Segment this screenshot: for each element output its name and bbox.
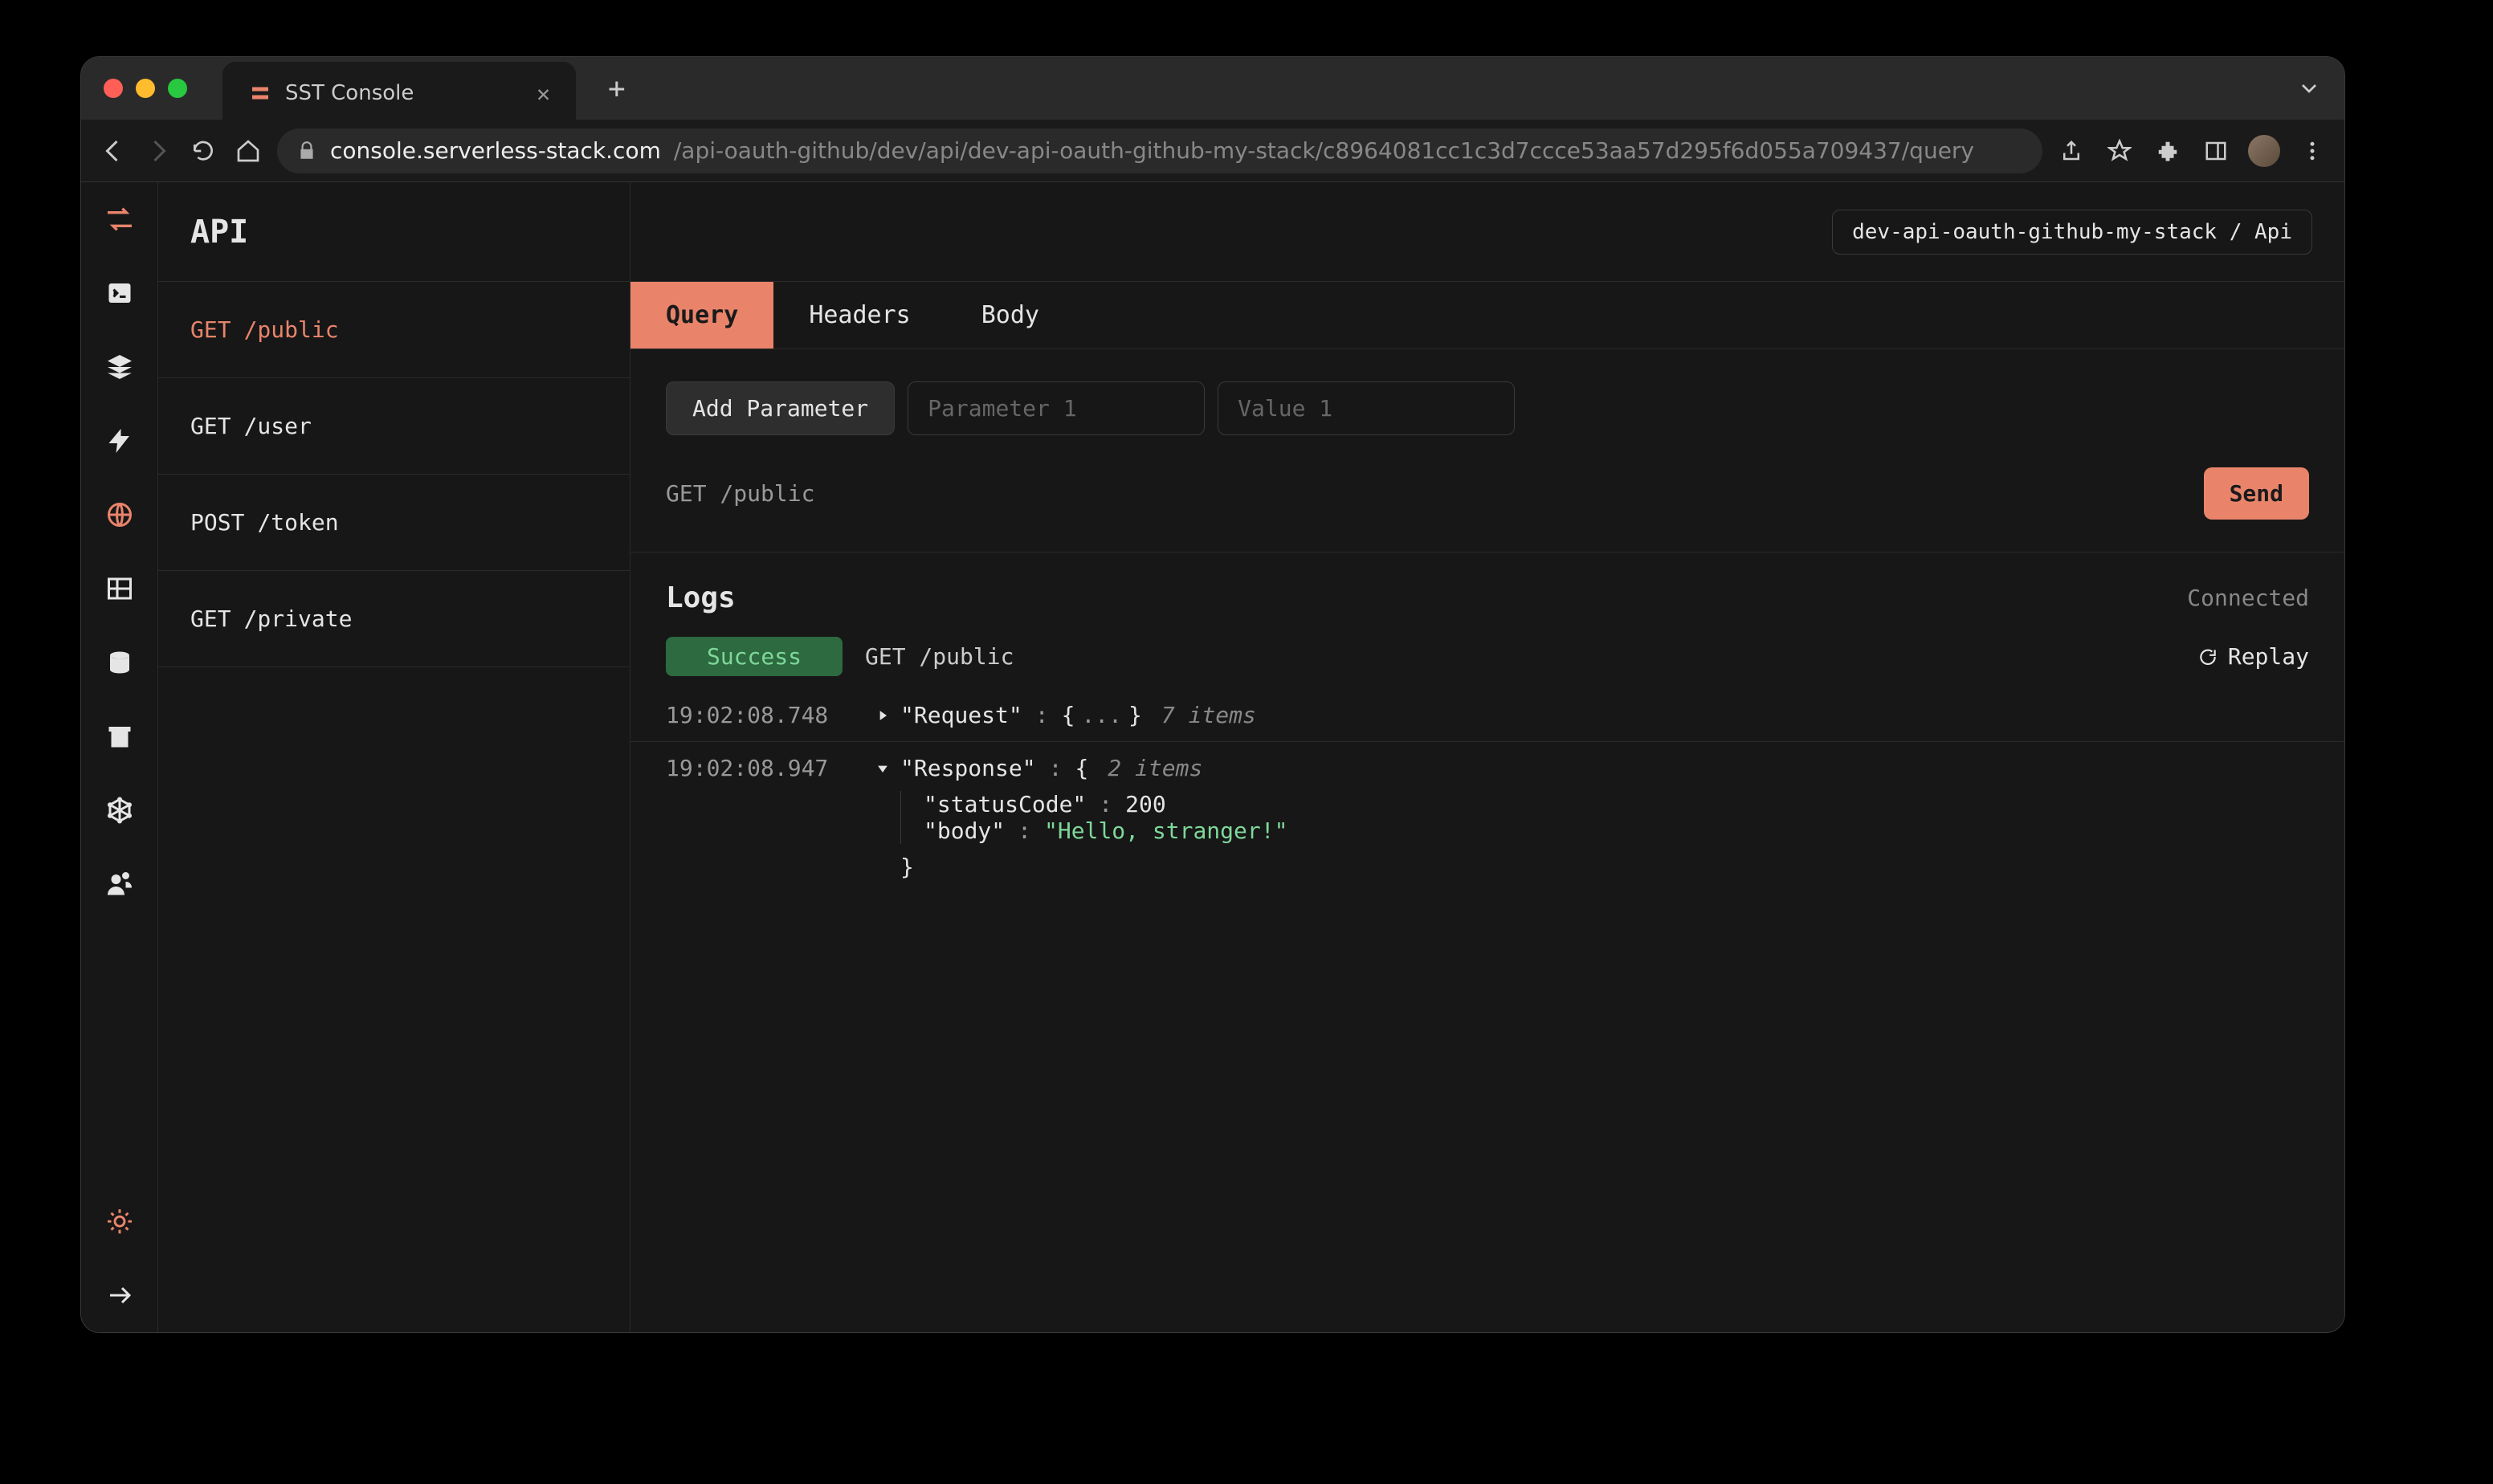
share-icon[interactable] bbox=[2055, 135, 2087, 167]
tab-query[interactable]: Query bbox=[630, 282, 773, 349]
routes-header: API bbox=[158, 182, 630, 282]
route-method: POST bbox=[190, 509, 244, 536]
json-meta: 7 items bbox=[1161, 702, 1256, 728]
route-method: GET bbox=[190, 316, 231, 343]
iconbar-database-icon[interactable] bbox=[102, 645, 137, 680]
app: API GET /public GET /user POST /token GE… bbox=[81, 182, 2344, 1332]
request-row: GET /public Send bbox=[630, 467, 2344, 552]
log-entry-request: 19:02:08.748 "Request" : { ... } 7 items bbox=[630, 689, 2344, 741]
parameter-name-input[interactable] bbox=[908, 381, 1205, 435]
iconbar-functions-icon[interactable] bbox=[102, 423, 137, 459]
iconbar-tables-icon[interactable] bbox=[102, 571, 137, 606]
json-meta: 2 items bbox=[1108, 755, 1202, 781]
route-item-private[interactable]: GET /private bbox=[158, 571, 630, 667]
caret-down-icon[interactable] bbox=[875, 760, 894, 777]
extensions-icon[interactable] bbox=[2152, 135, 2184, 167]
reload-icon[interactable] bbox=[187, 135, 219, 167]
logs-title: Logs bbox=[666, 581, 2187, 614]
tabs-row: Query Headers Body bbox=[630, 282, 2344, 349]
connection-status: Connected bbox=[2187, 585, 2309, 611]
iconbar-theme-icon[interactable] bbox=[102, 1204, 137, 1239]
route-path: /token bbox=[257, 509, 338, 536]
log-status-row: Success GET /public Replay bbox=[630, 637, 2344, 689]
json-key-statuscode: "statusCode" bbox=[924, 791, 1086, 817]
new-tab-button[interactable]: + bbox=[608, 72, 626, 105]
back-icon[interactable] bbox=[97, 135, 129, 167]
main-panel: dev-api-oauth-github-my-stack / Api Quer… bbox=[630, 182, 2344, 1332]
titlebar: SST Console ✕ + bbox=[81, 57, 2344, 120]
tab-headers[interactable]: Headers bbox=[773, 282, 945, 349]
iconbar bbox=[81, 182, 158, 1332]
route-item-public[interactable]: GET /public bbox=[158, 282, 630, 378]
route-item-token[interactable]: POST /token bbox=[158, 475, 630, 571]
send-button[interactable]: Send bbox=[2204, 467, 2309, 520]
routes-panel: API GET /public GET /user POST /token GE… bbox=[158, 182, 630, 1332]
chevron-down-icon[interactable] bbox=[2296, 75, 2322, 101]
iconbar-stacks-icon[interactable] bbox=[102, 349, 137, 385]
add-parameter-button[interactable]: Add Parameter bbox=[666, 381, 895, 435]
forward-icon[interactable] bbox=[142, 135, 174, 167]
toolbar-right bbox=[2055, 135, 2328, 167]
status-badge: Success bbox=[666, 637, 843, 676]
tab-title: SST Console bbox=[285, 81, 524, 105]
logs-header: Logs Connected bbox=[630, 552, 2344, 637]
url-bar[interactable]: console.serverless-stack.com/api-oauth-g… bbox=[277, 128, 2042, 173]
star-icon[interactable] bbox=[2103, 135, 2136, 167]
json-value-body: "Hello, stranger!" bbox=[1044, 817, 1287, 844]
menu-icon[interactable] bbox=[2296, 135, 2328, 167]
log-route: GET /public bbox=[865, 643, 2175, 670]
log-timestamp: 19:02:08.947 bbox=[666, 755, 826, 781]
browser-window: SST Console ✕ + console.serverless-stack… bbox=[80, 56, 2345, 1333]
json-key-body: "body" bbox=[924, 817, 1005, 844]
url-path: /api-oauth-github/dev/api/dev-api-oauth-… bbox=[674, 137, 1974, 164]
traffic-lights bbox=[104, 79, 187, 98]
maximize-window[interactable] bbox=[168, 79, 187, 98]
page-title: API bbox=[190, 214, 248, 251]
browser-toolbar: console.serverless-stack.com/api-oauth-g… bbox=[81, 120, 2344, 182]
minimize-window[interactable] bbox=[136, 79, 155, 98]
tab-body[interactable]: Body bbox=[946, 282, 1075, 349]
replay-label: Replay bbox=[2228, 643, 2309, 670]
route-path: /private bbox=[244, 605, 353, 632]
json-key: "Response" bbox=[900, 755, 1036, 781]
avatar[interactable] bbox=[2248, 135, 2280, 167]
url-domain: console.serverless-stack.com bbox=[330, 137, 661, 164]
iconbar-terminal-icon[interactable] bbox=[102, 275, 137, 311]
panel-icon[interactable] bbox=[2200, 135, 2232, 167]
lock-icon bbox=[296, 141, 317, 161]
json-value-statuscode: 200 bbox=[1125, 791, 1166, 817]
json-key: "Request" bbox=[900, 702, 1022, 728]
route-path: /public bbox=[244, 316, 339, 343]
iconbar-collapse-icon[interactable] bbox=[102, 1278, 137, 1313]
route-method: GET bbox=[190, 605, 231, 632]
iconbar-users-icon[interactable] bbox=[102, 866, 137, 902]
caret-right-icon[interactable] bbox=[875, 707, 894, 724]
request-description: GET /public bbox=[666, 480, 2191, 507]
main-header: dev-api-oauth-github-my-stack / Api bbox=[630, 182, 2344, 282]
route-item-user[interactable]: GET /user bbox=[158, 378, 630, 475]
browser-tab[interactable]: SST Console ✕ bbox=[222, 62, 576, 124]
route-path: /user bbox=[244, 413, 312, 439]
replay-button[interactable]: Replay bbox=[2197, 643, 2309, 670]
close-window[interactable] bbox=[104, 79, 123, 98]
iconbar-buckets-icon[interactable] bbox=[102, 719, 137, 754]
tab-favicon-icon bbox=[248, 81, 272, 105]
iconbar-logo[interactable] bbox=[102, 202, 137, 237]
breadcrumb[interactable]: dev-api-oauth-github-my-stack / Api bbox=[1832, 210, 2312, 255]
replay-icon bbox=[2197, 646, 2218, 667]
route-method: GET bbox=[190, 413, 231, 439]
log-timestamp: 19:02:08.748 bbox=[666, 702, 826, 728]
parameter-value-input[interactable] bbox=[1218, 381, 1515, 435]
close-tab-icon[interactable]: ✕ bbox=[537, 80, 550, 107]
params-row: Add Parameter bbox=[630, 349, 2344, 467]
home-icon[interactable] bbox=[232, 135, 264, 167]
log-entry-response: 19:02:08.947 "Response" : { 2 items "sta… bbox=[630, 741, 2344, 893]
iconbar-graphql-icon[interactable] bbox=[102, 793, 137, 828]
iconbar-api-icon[interactable] bbox=[102, 497, 137, 532]
